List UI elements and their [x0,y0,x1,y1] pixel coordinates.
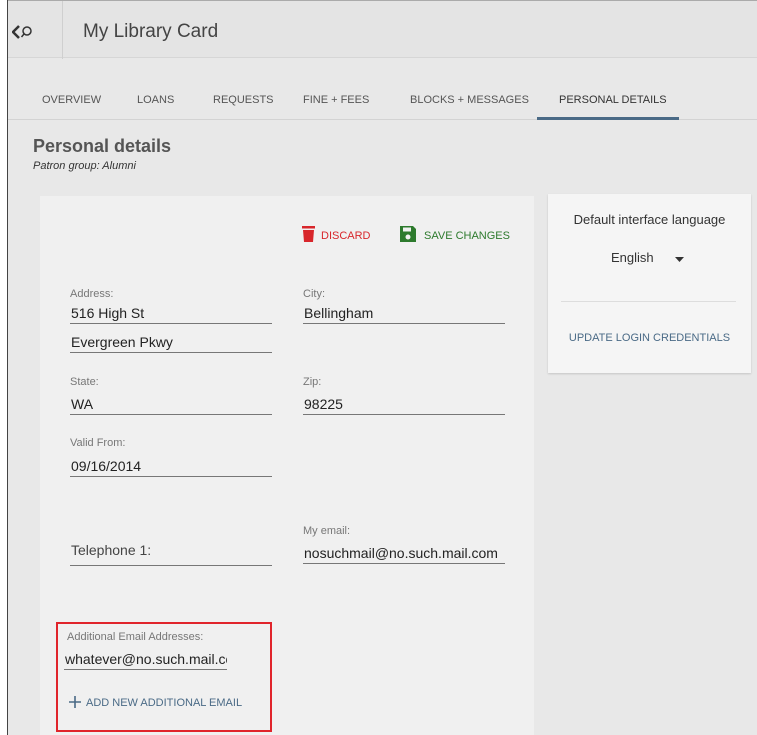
additional-email-input[interactable] [64,648,227,670]
city-label: City: [303,288,325,300]
valid-from-label: Valid From: [70,437,126,449]
personal-details-form: DISCARD SAVE CHANGES Address: City: Stat… [40,196,534,735]
tab-blocks-messages[interactable]: BLOCKS + MESSAGES [410,94,529,106]
plus-icon [69,696,81,708]
add-additional-email-button[interactable]: ADD NEW ADDITIONAL EMAIL [69,695,249,713]
divider [561,301,736,302]
tab-overview[interactable]: OVERVIEW [42,94,101,106]
tab-personal-details[interactable]: PERSONAL DETAILS [559,94,667,106]
tab-bar: OVERVIEW LOANS REQUESTS FINE + FEES BLOC… [8,58,757,120]
discard-button[interactable]: DISCARD [302,226,382,246]
zip-label: Zip: [303,376,322,388]
app-title: My Library Card [83,21,219,42]
save-changes-button[interactable]: SAVE CHANGES [400,226,510,246]
nav-toggle-button[interactable] [8,1,63,59]
tab-fine-fees[interactable]: FINE + FEES [303,94,369,106]
email-label: My email: [303,525,351,537]
window-frame [0,0,8,735]
patron-group: Patron group: Alumni [33,160,136,172]
language-value: English [611,250,654,265]
telephone-field[interactable] [70,565,272,566]
page-title: Personal details [33,136,172,156]
discard-label: DISCARD [321,230,371,242]
app-header: My Library Card [8,0,757,59]
additional-email-label: Additional Email Addresses: [67,631,204,643]
city-input[interactable] [303,302,505,324]
add-email-label: ADD NEW ADDITIONAL EMAIL [86,697,243,709]
state-label: State: [70,376,99,388]
account-settings-panel: Default interface language English UPDAT… [548,194,751,373]
active-tab-indicator [537,117,679,120]
trash-icon [302,226,315,242]
state-input[interactable] [70,393,272,415]
address-label: Address: [70,288,114,300]
save-changes-label: SAVE CHANGES [424,230,510,242]
zip-input[interactable] [303,393,505,415]
update-login-credentials-link[interactable]: UPDATE LOGIN CREDENTIALS [548,332,751,344]
telephone-placeholder: Telephone 1: [71,542,152,558]
chevron-left-search-icon [12,25,32,39]
address-line1-input[interactable] [70,302,272,324]
language-select[interactable]: English [611,250,701,270]
email-input[interactable] [303,542,505,564]
tab-loans[interactable]: LOANS [137,94,174,106]
caret-down-icon [675,257,684,262]
address-line2-input[interactable] [70,331,272,353]
floppy-disk-icon [400,226,416,242]
valid-from-input[interactable] [70,455,272,477]
tab-requests[interactable]: REQUESTS [213,94,274,106]
language-label: Default interface language [573,212,726,227]
